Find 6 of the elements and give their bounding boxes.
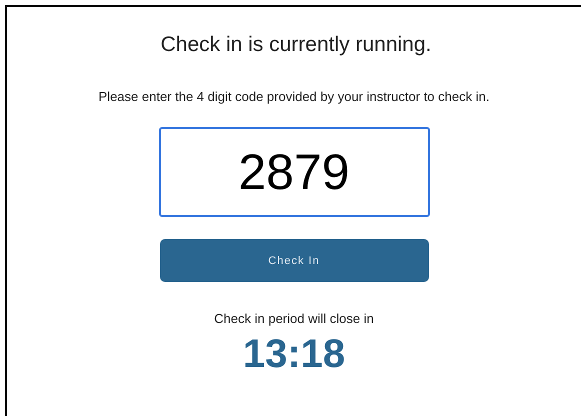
code-input-field[interactable]: 2879 bbox=[158, 127, 430, 217]
countdown-label: Check in period will close in bbox=[214, 311, 374, 326]
countdown-timer: 13:18 bbox=[242, 332, 346, 377]
check-in-button[interactable]: Check In bbox=[160, 239, 428, 282]
instruction-text: Please enter the 4 digit code provided by your instructor to check in. bbox=[98, 89, 490, 104]
heading: Check in is currently running. bbox=[160, 33, 432, 57]
